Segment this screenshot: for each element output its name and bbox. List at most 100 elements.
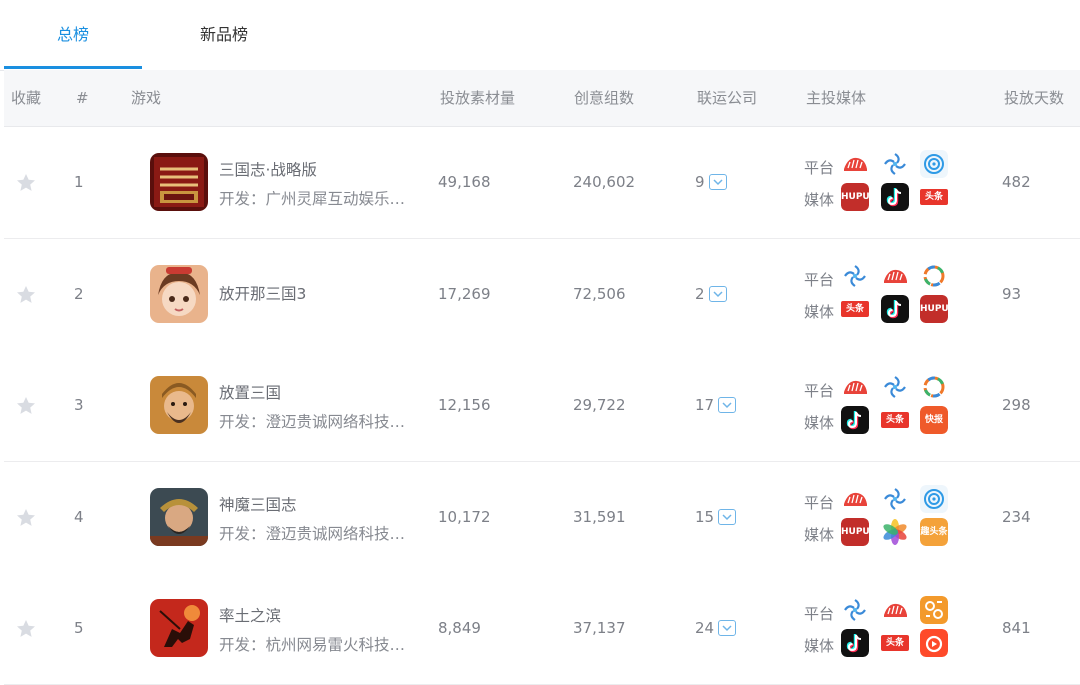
guangdiantong-icon[interactable] [881, 485, 909, 513]
table-row[interactable]: 3 放置三国开发：澄迈贵诚网络科技有限公司 12,156 29,722 17 平台媒体 头条… [4, 350, 1080, 462]
table-row[interactable]: 5 率土之滨开发：杭州网易雷火科技有限公司 8,849 37,137 24 平台媒体 头条 8… [4, 573, 1080, 685]
favorite-star-icon[interactable] [15, 618, 37, 640]
header-days[interactable]: 投放天数 [1004, 70, 1064, 126]
company-count-value: 17 [695, 396, 715, 414]
ad-days: 298 [1002, 396, 1031, 414]
toutiao-icon[interactable]: 头条 [881, 629, 909, 657]
header-game: 游戏 [131, 89, 162, 107]
toutiao-badge-text: 头条 [885, 638, 904, 648]
creative-group-count: 37,137 [573, 619, 626, 637]
quntoutiao-icon[interactable]: 趣头条 [920, 518, 948, 546]
media-label: 媒体 [804, 526, 835, 544]
ad-days: 841 [1002, 619, 1031, 637]
hupu-badge-text: HUPU [920, 304, 948, 314]
media-label: 媒体 [804, 414, 835, 432]
wifi-icon[interactable] [920, 262, 948, 290]
material-count: 17,269 [438, 285, 491, 303]
media-label: 媒体 [804, 637, 835, 655]
douyin-icon[interactable] [841, 629, 869, 657]
baidu-icon[interactable] [920, 485, 948, 513]
photos-icon[interactable] [881, 518, 909, 546]
game-app-icon[interactable] [150, 153, 208, 211]
pangolin-icon[interactable] [841, 485, 869, 513]
header-creatives[interactable]: 创意组数 [574, 70, 634, 126]
game-name-link[interactable]: 神魔三国志 [219, 493, 297, 515]
guangdiantong-icon[interactable] [881, 150, 909, 178]
game-name-link[interactable]: 放置三国 [219, 381, 281, 403]
chevron-down-icon[interactable] [718, 508, 737, 525]
material-count: 8,849 [438, 619, 481, 637]
pangolin-icon[interactable] [881, 262, 909, 290]
header-rank: # [76, 89, 89, 107]
douyin-icon[interactable] [881, 183, 909, 211]
hupu-icon[interactable]: HUPU [841, 183, 869, 211]
game-app-icon[interactable] [150, 599, 208, 657]
weishi-icon[interactable] [920, 596, 948, 624]
kuaibao-badge-text: 快报 [924, 415, 943, 425]
company-count-value: 15 [695, 508, 715, 526]
game-app-icon[interactable] [150, 376, 208, 434]
company-count: 24 [695, 619, 737, 637]
favorite-star-icon[interactable] [15, 172, 37, 194]
chevron-down-icon[interactable] [708, 173, 727, 190]
guangdiantong-icon[interactable] [881, 373, 909, 401]
favorite-star-icon[interactable] [15, 284, 37, 306]
chevron-down-icon[interactable] [718, 619, 737, 636]
ad-days: 482 [1002, 173, 1031, 191]
baidu-icon[interactable] [920, 150, 948, 178]
favorite-star-icon[interactable] [15, 395, 37, 417]
guangdiantong-icon[interactable] [841, 596, 869, 624]
creative-group-count: 240,602 [573, 173, 636, 191]
header-materials[interactable]: 投放素材量 [440, 70, 515, 126]
toutiao-icon[interactable]: 头条 [841, 295, 869, 323]
guangdiantong-icon[interactable] [841, 262, 869, 290]
kuaishou-icon[interactable] [920, 629, 948, 657]
company-count: 17 [695, 396, 737, 414]
wifi-icon[interactable] [920, 373, 948, 401]
chevron-down-icon[interactable] [708, 285, 727, 302]
pangolin-icon[interactable] [841, 150, 869, 178]
tab-bar: 总榜 新品榜 [0, 0, 1080, 71]
hupu-icon[interactable]: HUPU [920, 295, 948, 323]
toutiao-icon[interactable]: 头条 [881, 406, 909, 434]
game-app-icon[interactable] [150, 488, 208, 546]
hupu-icon[interactable]: HUPU [841, 518, 869, 546]
table-row[interactable]: 2 放开那三国3 17,269 72,506 2 平台 媒体 头条 HUPU 93 [4, 239, 1080, 351]
rank-number: 3 [74, 396, 84, 414]
game-app-icon[interactable] [150, 265, 208, 323]
table-row[interactable]: 1 三国志·战略版开发：广州灵犀互动娱乐有限公司 49,168 240,602 9 平台媒… [4, 127, 1080, 239]
tab-new-games[interactable]: 新品榜 [156, 0, 292, 70]
favorite-star-icon[interactable] [15, 507, 37, 529]
active-tab-indicator [4, 66, 142, 69]
media-label: 媒体 [804, 303, 835, 321]
chevron-down-icon[interactable] [718, 396, 737, 413]
platform-label: 平台 [804, 271, 835, 289]
toutiao-icon[interactable]: 头条 [920, 183, 948, 211]
material-count: 10,172 [438, 508, 491, 526]
table-header: 收藏 # 游戏 投放素材量 创意组数 联运公司 主投媒体 投放天数 [4, 70, 1080, 127]
rank-number: 5 [74, 619, 84, 637]
creative-group-count: 31,591 [573, 508, 626, 526]
toutiao-badge-text: 头条 [885, 415, 904, 425]
tab-overall[interactable]: 总榜 [4, 0, 142, 70]
kuaibao-icon[interactable]: 快报 [920, 406, 948, 434]
platform-label: 平台 [804, 159, 835, 177]
table-row[interactable]: 4 神魔三国志开发：澄迈贵诚网络科技有限公司 10,172 31,591 15 平台媒体 H… [4, 462, 1080, 574]
game-name-link[interactable]: 放开那三国3 [219, 282, 306, 304]
game-name-link[interactable]: 三国志·战略版 [219, 158, 317, 180]
rank-number: 2 [74, 285, 84, 303]
media-label: 媒体 [804, 191, 835, 209]
platform-label: 平台 [804, 382, 835, 400]
developer-name: 开发：广州灵犀互动娱乐有限公司 [219, 190, 409, 208]
pangolin-icon[interactable] [881, 596, 909, 624]
platform-label: 平台 [804, 494, 835, 512]
header-fav: 收藏 [11, 89, 42, 107]
rank-number: 4 [74, 508, 84, 526]
creative-group-count: 29,722 [573, 396, 626, 414]
pangolin-icon[interactable] [841, 373, 869, 401]
game-name-link[interactable]: 率土之滨 [219, 604, 281, 626]
header-media: 主投媒体 [806, 89, 867, 107]
material-count: 12,156 [438, 396, 491, 414]
douyin-icon[interactable] [841, 406, 869, 434]
douyin-icon[interactable] [881, 295, 909, 323]
